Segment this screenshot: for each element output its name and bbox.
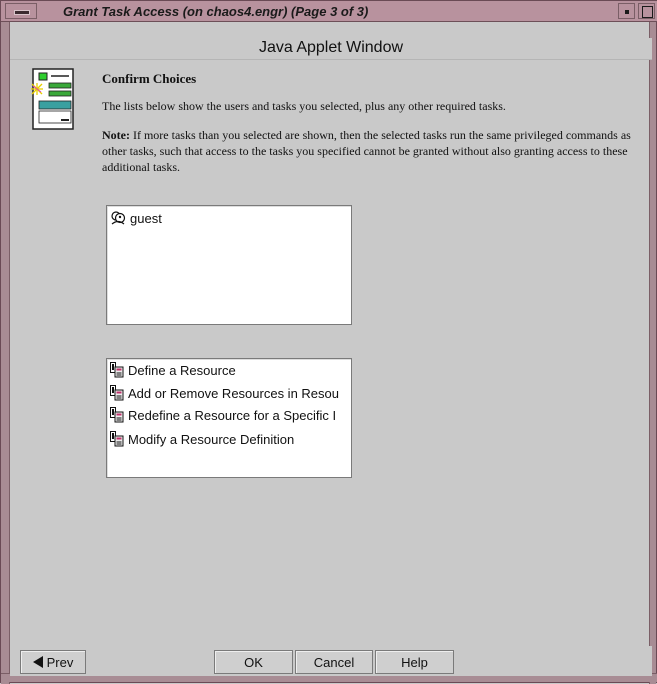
task-icon bbox=[110, 431, 124, 447]
ok-button-label: OK bbox=[244, 654, 263, 670]
window-frame-right[interactable] bbox=[649, 1, 656, 684]
user-group-icon bbox=[111, 211, 126, 225]
window-title: Grant Task Access (on chaos4.engr) (Page… bbox=[63, 4, 369, 19]
list-item[interactable]: Add or Remove Resources in Resou bbox=[110, 384, 339, 402]
note-label: Note: bbox=[102, 128, 130, 142]
note-text: If more tasks than you selected are show… bbox=[102, 128, 631, 174]
prev-button[interactable]: Prev bbox=[20, 650, 86, 674]
applet-banner-text: Java Applet Window bbox=[258, 39, 404, 56]
prev-button-label: Prev bbox=[46, 654, 74, 670]
applet-window: Grant Task Access (on chaos4.engr) (Page… bbox=[0, 0, 657, 684]
task-icon bbox=[110, 407, 124, 423]
selected-users-list[interactable]: guest bbox=[106, 205, 352, 325]
task-icon bbox=[110, 385, 124, 401]
arrow-left-icon bbox=[32, 656, 43, 668]
task-label: Modify a Resource Definition bbox=[128, 431, 295, 447]
page-description: The lists below show the users and tasks… bbox=[102, 99, 506, 113]
page-heading: Confirm Choices bbox=[102, 71, 197, 86]
maximize-button[interactable] bbox=[638, 3, 655, 19]
selected-tasks-list[interactable]: Define a Resource Add or Remove Resource… bbox=[106, 358, 352, 478]
list-item[interactable]: Modify a Resource Definition bbox=[110, 430, 294, 448]
note-paragraph: Note: If more tasks than you selected ar… bbox=[102, 127, 642, 175]
user-label: guest bbox=[130, 210, 162, 226]
minimize-icon bbox=[625, 10, 629, 14]
help-button-label: Help bbox=[401, 654, 428, 670]
window-frame-left[interactable] bbox=[1, 1, 10, 684]
help-button[interactable]: Help bbox=[375, 650, 454, 674]
minimize-button[interactable] bbox=[618, 3, 635, 19]
wizard-page-icon bbox=[31, 68, 74, 130]
ok-button[interactable]: OK bbox=[214, 650, 293, 674]
maximize-icon bbox=[642, 6, 653, 18]
list-item[interactable]: Redefine a Resource for a Specific I bbox=[110, 406, 336, 424]
window-menu-icon bbox=[14, 10, 30, 15]
list-item[interactable]: guest bbox=[110, 209, 162, 227]
task-label: Define a Resource bbox=[128, 362, 236, 378]
title-bar[interactable]: Grant Task Access (on chaos4.engr) (Page… bbox=[1, 1, 657, 22]
task-label: Add or Remove Resources in Resou bbox=[128, 385, 339, 401]
list-item[interactable]: Define a Resource bbox=[110, 361, 236, 379]
cancel-button[interactable]: Cancel bbox=[295, 650, 373, 674]
cancel-button-label: Cancel bbox=[313, 654, 355, 670]
window-menu-button[interactable] bbox=[5, 3, 37, 19]
task-label: Redefine a Resource for a Specific I bbox=[128, 407, 337, 423]
task-icon bbox=[110, 362, 124, 378]
